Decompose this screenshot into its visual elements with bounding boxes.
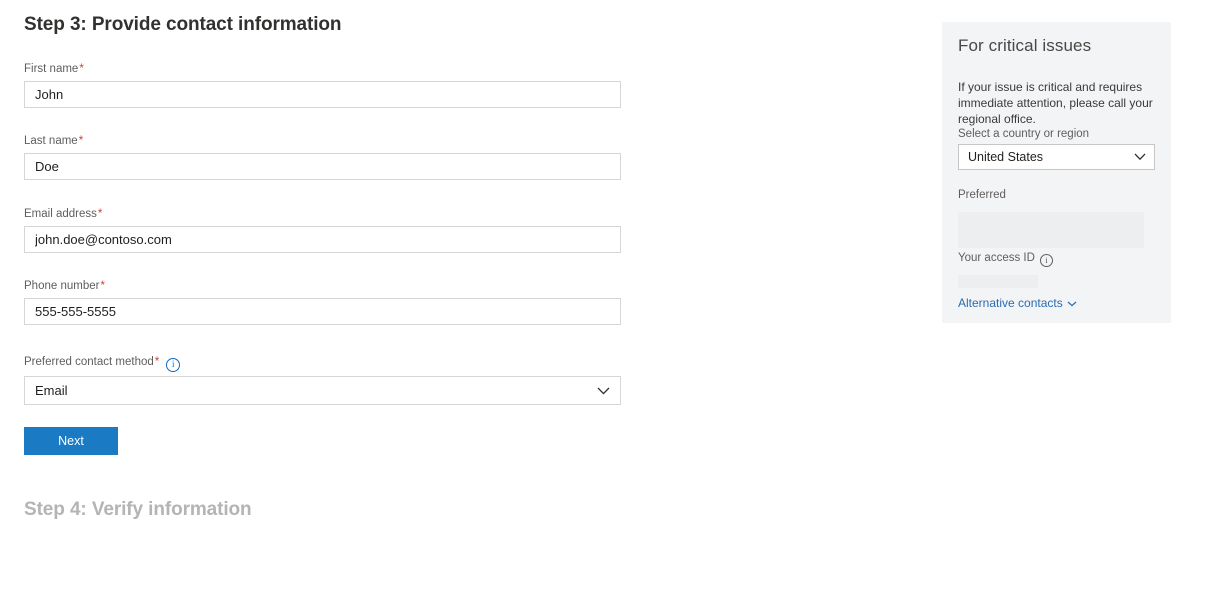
preferred-loading-placeholder bbox=[958, 212, 1144, 248]
label-text: Phone number bbox=[24, 280, 100, 292]
panel-description: If your issue is critical and requires i… bbox=[958, 80, 1153, 126]
country-select-value: United States bbox=[958, 144, 1155, 170]
first-name-input[interactable] bbox=[24, 81, 621, 108]
field-label-email-address: Email address* bbox=[24, 207, 621, 222]
field-label-last-name: Last name* bbox=[24, 134, 621, 149]
label-text: Your access ID bbox=[958, 252, 1035, 264]
field-last-name: Last name* bbox=[24, 134, 621, 180]
alternative-contacts-label: Alternative contacts bbox=[958, 296, 1063, 310]
label-text: Last name bbox=[24, 135, 78, 147]
label-text: Preferred contact method bbox=[24, 356, 154, 368]
country-select[interactable]: United States bbox=[958, 144, 1155, 170]
field-email-address: Email address* bbox=[24, 207, 621, 253]
field-phone-number: Phone number* bbox=[24, 279, 621, 325]
phone-number-input[interactable] bbox=[24, 298, 621, 325]
required-indicator: * bbox=[78, 135, 84, 147]
required-indicator: * bbox=[79, 63, 84, 75]
preferred-contact-method-select[interactable]: Email bbox=[24, 376, 621, 405]
panel-title: For critical issues bbox=[958, 36, 1092, 55]
page-title: Step 3: Provide contact information bbox=[24, 14, 342, 35]
chevron-down-icon bbox=[1067, 296, 1077, 310]
preferred-label: Preferred bbox=[958, 189, 1006, 201]
required-indicator: * bbox=[97, 208, 103, 220]
last-name-input[interactable] bbox=[24, 153, 621, 180]
field-label-phone-number: Phone number* bbox=[24, 279, 621, 294]
critical-issues-panel: For critical issues If your issue is cri… bbox=[942, 22, 1171, 323]
label-text: First name bbox=[24, 63, 79, 75]
field-label-first-name: First name* bbox=[24, 62, 621, 77]
label-text: Email address bbox=[24, 208, 97, 220]
access-id-loading-placeholder bbox=[958, 275, 1038, 288]
required-indicator: * bbox=[154, 356, 160, 368]
field-label-preferred-contact-method: Preferred contact method* i bbox=[24, 355, 621, 372]
required-indicator: * bbox=[100, 280, 105, 292]
info-icon[interactable]: i bbox=[1039, 254, 1053, 267]
preferred-contact-method-value: Email bbox=[24, 376, 621, 405]
next-button[interactable]: Next bbox=[24, 427, 118, 455]
alternative-contacts-toggle[interactable]: Alternative contacts bbox=[958, 296, 1077, 310]
field-preferred-contact-method: Preferred contact method* i Email bbox=[24, 355, 621, 405]
step4-title: Step 4: Verify information bbox=[24, 499, 252, 520]
country-select-label: Select a country or region bbox=[958, 128, 1090, 140]
info-icon[interactable]: i bbox=[166, 358, 181, 372]
email-address-input[interactable] bbox=[24, 226, 621, 253]
access-id-label: Your access ID i bbox=[958, 251, 1053, 267]
field-first-name: First name* bbox=[24, 62, 621, 108]
